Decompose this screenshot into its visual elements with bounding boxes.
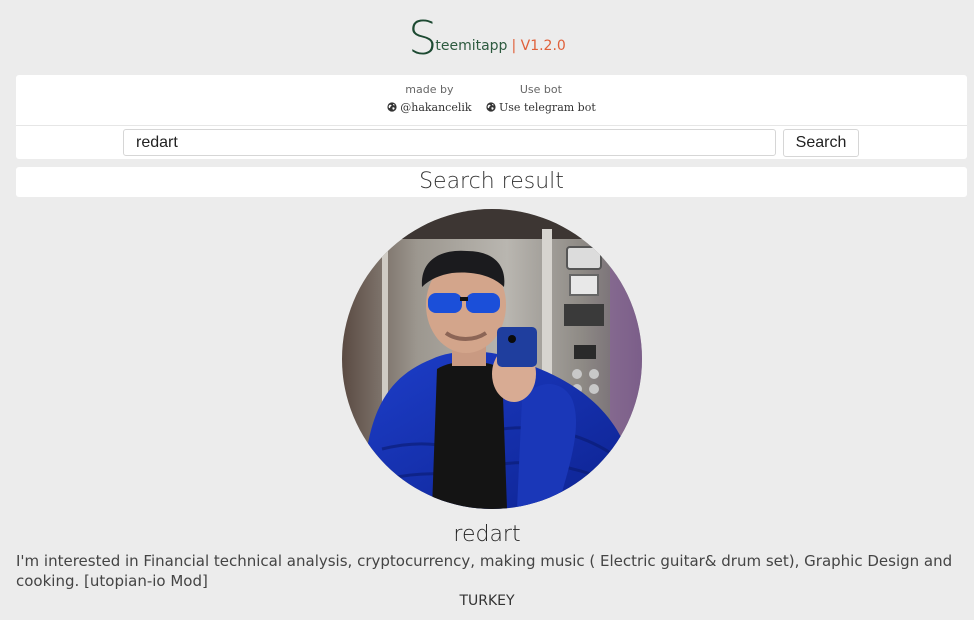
globe-icon: [387, 102, 397, 112]
telegram-bot-link-text: Use telegram bot: [499, 101, 596, 114]
search-button[interactable]: Search: [783, 129, 859, 157]
divider: [16, 125, 967, 126]
logo-letter: S: [408, 11, 438, 65]
credit-bot-label: Use bot: [519, 83, 562, 96]
avatar: [342, 209, 642, 509]
credit-author-label: made by: [405, 83, 454, 96]
credit-bot: Use bot Use telegram bot: [486, 83, 596, 115]
author-link-text: @hakancelik: [400, 101, 472, 114]
profile-country: TURKEY: [459, 593, 515, 609]
logo-text: teemitapp: [435, 38, 508, 54]
telegram-bot-link[interactable]: Use telegram bot: [486, 101, 596, 115]
search-panel: made by @hakancelik Use bot Use telegram…: [16, 75, 967, 159]
search-input[interactable]: [123, 129, 776, 156]
app-version: | V1.2.0: [511, 38, 566, 54]
credit-author: made by @hakancelik: [387, 83, 472, 115]
search-result-header: Search result: [16, 167, 967, 197]
app-logo: Steemitapp | V1.2.0: [0, 8, 974, 68]
profile-username: redart: [453, 522, 521, 547]
profile-bio: I'm interested in Financial technical an…: [16, 552, 953, 590]
search-result-title: Search result: [419, 169, 564, 194]
avatar-photo: [342, 209, 642, 509]
author-link[interactable]: @hakancelik: [387, 101, 472, 115]
credits: made by @hakancelik Use bot Use telegram…: [16, 83, 967, 123]
globe-icon: [486, 102, 496, 112]
